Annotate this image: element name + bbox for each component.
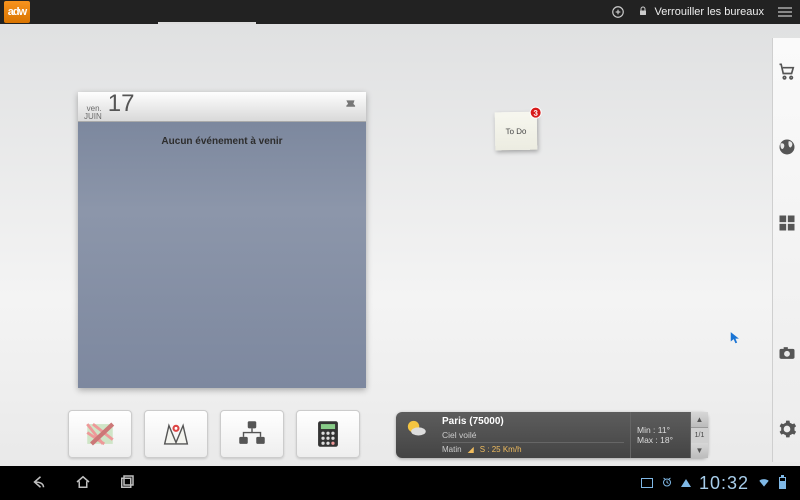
camera-icon[interactable] [776, 342, 798, 364]
add-icon[interactable] [605, 5, 631, 19]
menu-icon[interactable] [770, 6, 800, 18]
weather-main: Paris (75000) Ciel voilé Matin ◢ S : 25 … [436, 412, 630, 458]
pin-icon[interactable] [344, 98, 358, 117]
notification-badge: 3 [530, 107, 542, 119]
calendar-header: ven. JUIN 17 [78, 92, 366, 122]
launcher-row [68, 410, 360, 458]
weather-condition: Ciel voilé [442, 430, 624, 440]
calendar-body: Aucun événement à venir [78, 122, 366, 388]
grid-icon[interactable] [776, 212, 798, 234]
page-indicator [158, 22, 256, 24]
lock-icon [637, 5, 649, 20]
weather-page-indicator: 1/1 [691, 428, 708, 443]
weather-wind: S : 25 Km/h [480, 445, 522, 454]
top-bar: adw Verrouiller les bureaux [0, 0, 800, 24]
calendar-empty-text: Aucun événement à venir [78, 136, 366, 147]
weather-period: Matin [442, 445, 462, 454]
battery-icon [779, 477, 786, 489]
weather-down-button[interactable]: ▼ [691, 443, 708, 458]
home-button[interactable] [74, 473, 92, 494]
launcher-logo[interactable]: adw [4, 1, 30, 23]
clock-display: 10:32 [699, 473, 749, 494]
weather-city: Paris (75000) [442, 416, 624, 427]
calendar-month: JUIN [84, 113, 102, 121]
back-button[interactable] [30, 473, 48, 494]
weather-up-button[interactable]: ▲ [691, 412, 708, 428]
system-navbar: 10:32 [0, 466, 800, 500]
calculator-tile[interactable] [296, 410, 360, 458]
gear-icon[interactable] [776, 418, 798, 440]
weather-temps: Min : 11° Max : 18° [630, 412, 690, 458]
status-tray[interactable]: 10:32 [641, 473, 800, 494]
navigation-tile[interactable] [144, 410, 208, 458]
desktop: adw Verrouiller les bureaux [0, 0, 800, 500]
globe-icon[interactable] [776, 136, 798, 158]
lock-desktops-button[interactable]: Verrouiller les bureaux [631, 5, 770, 20]
todo-sticky-note[interactable]: To Do 3 [495, 112, 538, 151]
weather-min: Min : 11° [637, 425, 670, 435]
sdcard-icon [641, 478, 653, 488]
maps-tile[interactable] [68, 410, 132, 458]
lock-label: Verrouiller les bureaux [655, 6, 764, 18]
calendar-widget[interactable]: ven. JUIN 17 Aucun événement à venir [78, 92, 366, 388]
weather-pager: ▲ 1/1 ▼ [690, 412, 708, 458]
side-dock [772, 38, 800, 462]
sticky-label: To Do [505, 126, 526, 135]
alarm-icon [661, 476, 673, 491]
wifi-icon [757, 475, 771, 492]
calendar-daynum: 17 [108, 92, 135, 116]
wind-icon: ◢ [468, 445, 474, 454]
weather-condition-icon [396, 412, 436, 458]
recents-button[interactable] [118, 473, 136, 494]
weather-max: Max : 18° [637, 435, 673, 445]
org-chart-tile[interactable] [220, 410, 284, 458]
weather-widget[interactable]: Paris (75000) Ciel voilé Matin ◢ S : 25 … [396, 412, 708, 458]
notification-icon [681, 479, 691, 487]
cart-icon[interactable] [776, 60, 798, 82]
mouse-cursor-icon [729, 331, 743, 350]
